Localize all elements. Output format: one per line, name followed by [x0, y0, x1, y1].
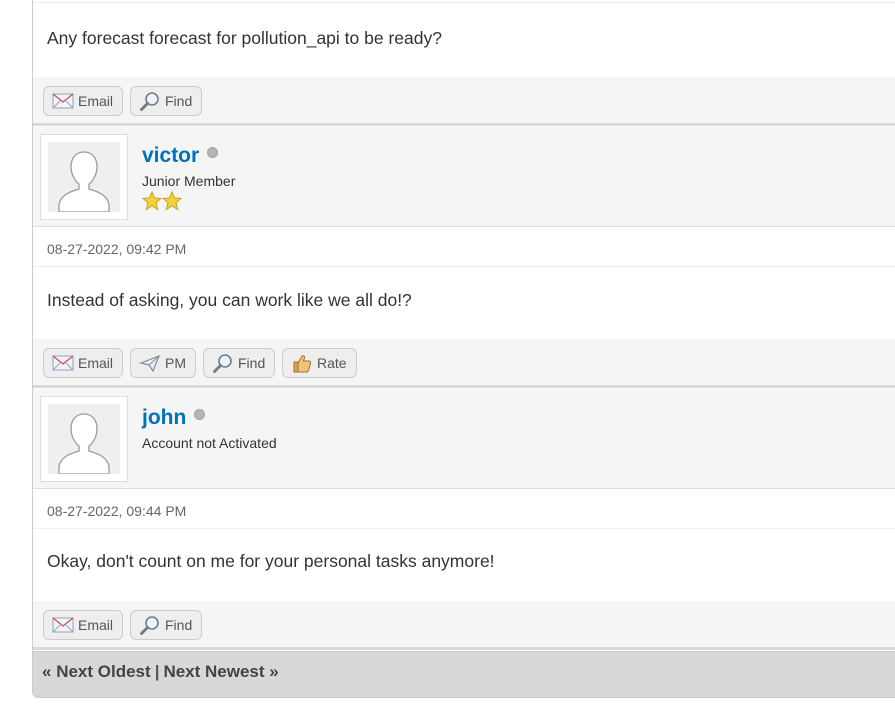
magnifier-icon	[212, 353, 234, 373]
offline-status-icon	[194, 409, 206, 420]
divider	[33, 0, 895, 3]
email-button-label: Email	[78, 93, 114, 109]
avatar[interactable]	[40, 396, 128, 482]
email-button-label: Email	[78, 355, 114, 371]
email-button[interactable]: Email	[43, 86, 124, 116]
post-author: victor Junior Member	[33, 127, 895, 227]
email-button[interactable]: Email	[43, 610, 124, 640]
email-icon	[52, 353, 74, 373]
thread-posts: Any forecast forecast for pollution_api …	[32, 0, 895, 698]
left-arrow-icon: «	[42, 662, 52, 681]
username-link[interactable]: victor	[142, 144, 219, 168]
post-date-row: 08-27-2022, 09:44 PM	[33, 489, 895, 529]
post-message: Instead of asking, you can work like we …	[47, 290, 412, 310]
next-newest-link[interactable]: Next Newest »	[163, 662, 278, 681]
username[interactable]: john	[142, 406, 186, 429]
find-button-label: Find	[238, 355, 266, 371]
thread-navigation: « Next Oldest | Next Newest »	[33, 651, 895, 697]
post-message: Any forecast forecast for pollution_api …	[47, 28, 442, 48]
post-message: Okay, don't count on me for your persona…	[47, 551, 495, 571]
rate-button[interactable]: Rate	[282, 348, 357, 378]
email-button-label: Email	[78, 617, 114, 633]
next-newest-label: Next Newest	[163, 662, 265, 681]
post-date: 08-27-2022, 09:44 PM	[47, 503, 187, 519]
thumbs-up-icon	[291, 353, 313, 373]
email-icon	[52, 91, 74, 111]
magnifier-icon	[139, 91, 161, 111]
email-icon	[52, 615, 74, 635]
user-title: Account not Activated	[142, 435, 277, 451]
default-avatar-icon	[48, 142, 120, 212]
post-date-row: 08-27-2022, 09:42 PM	[33, 227, 895, 267]
right-arrow-icon: »	[269, 662, 279, 681]
post-controls: Email Find	[33, 77, 895, 126]
user-stars	[142, 191, 182, 213]
find-button-label: Find	[165, 617, 193, 633]
pm-button-label: PM	[165, 355, 186, 371]
user-title: Junior Member	[142, 173, 236, 189]
nav-separator: |	[154, 662, 160, 681]
paper-plane-icon	[139, 353, 161, 373]
find-button[interactable]: Find	[203, 348, 276, 378]
star-icon	[162, 191, 182, 211]
rate-button-label: Rate	[317, 355, 347, 371]
magnifier-icon	[139, 615, 161, 635]
username[interactable]: victor	[142, 144, 199, 167]
pm-button[interactable]: PM	[130, 348, 196, 378]
default-avatar-icon	[48, 404, 120, 474]
post-body: Instead of asking, you can work like we …	[33, 267, 895, 339]
star-icon	[142, 191, 162, 211]
find-button-label: Find	[165, 93, 193, 109]
post-controls: Email Find	[33, 601, 895, 650]
post-body: Any forecast forecast for pollution_api …	[33, 4, 895, 77]
avatar[interactable]	[40, 134, 128, 220]
next-oldest-label: Next Oldest	[56, 662, 151, 681]
post-author: john Account not Activated	[33, 389, 895, 489]
find-button[interactable]: Find	[130, 610, 203, 640]
post-date: 08-27-2022, 09:42 PM	[47, 241, 187, 257]
post-body: Okay, don't count on me for your persona…	[33, 529, 895, 601]
email-button[interactable]: Email	[43, 348, 124, 378]
find-button[interactable]: Find	[130, 86, 203, 116]
post-controls: Email PM Find Rate	[33, 339, 895, 388]
offline-status-icon	[207, 147, 219, 158]
next-oldest-link[interactable]: « Next Oldest	[42, 662, 151, 681]
username-link[interactable]: john	[142, 406, 206, 430]
